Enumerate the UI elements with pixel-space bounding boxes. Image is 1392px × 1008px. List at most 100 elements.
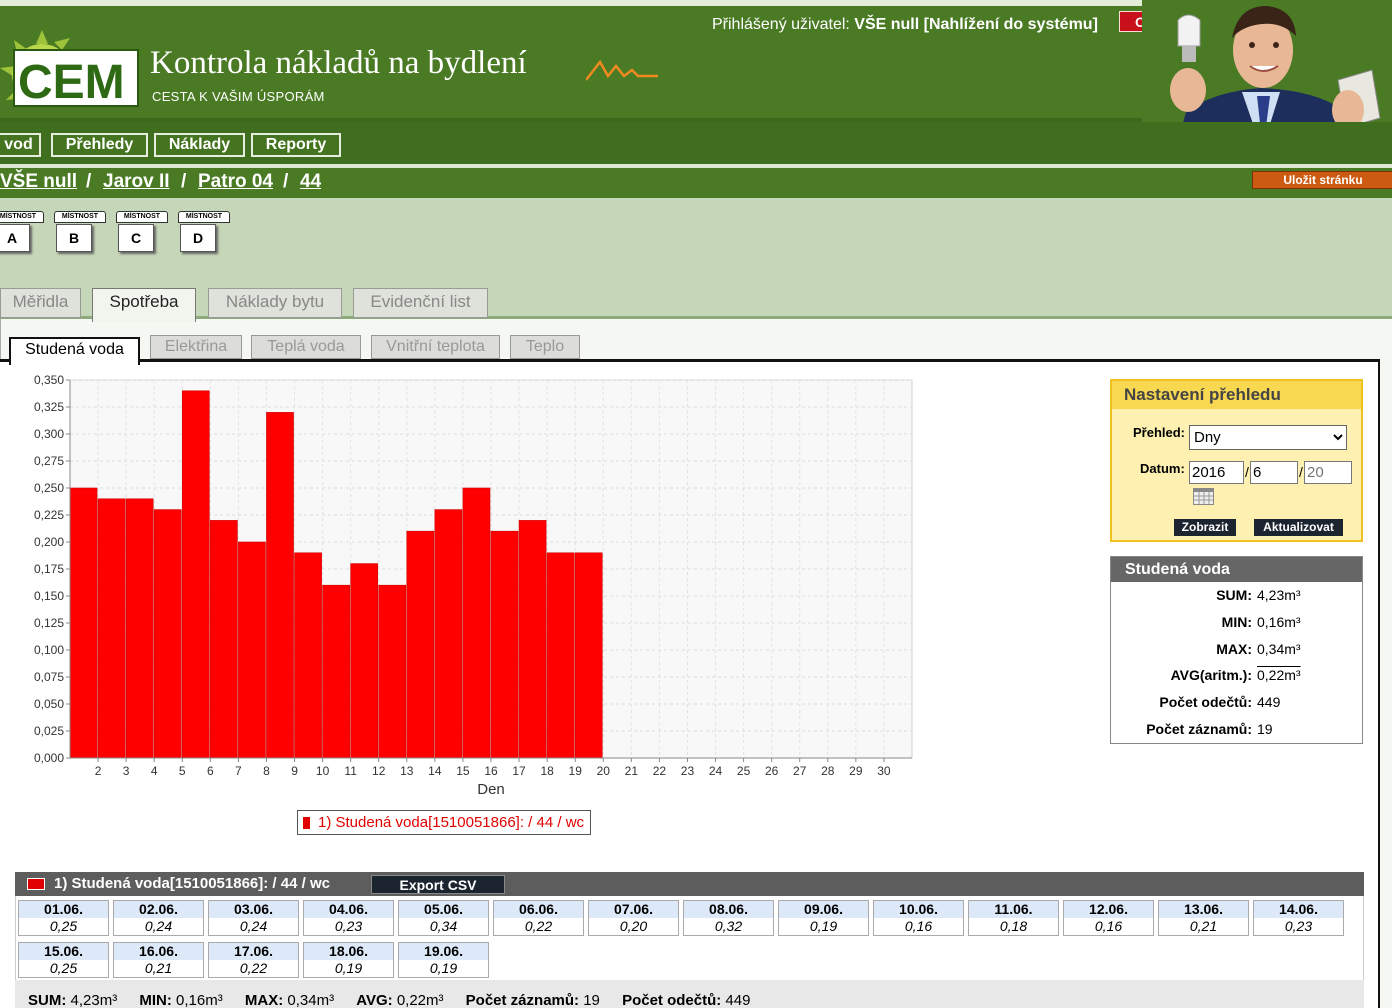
legend-swatch <box>303 817 310 829</box>
room-b[interactable]: MÍSTNOST B <box>54 211 106 257</box>
x-tick-label: 8 <box>263 764 270 778</box>
year-input[interactable] <box>1189 461 1244 484</box>
stat-readings: Počet odečtů: 449 <box>1111 694 1364 716</box>
save-page-button[interactable]: Uložit stránku <box>1252 171 1392 189</box>
y-tick-label: 0,000 <box>34 751 64 765</box>
breadcrumb-item-floor[interactable]: Patro 04 <box>198 171 273 193</box>
day-date: 04.06. <box>304 901 393 918</box>
breadcrumb-item-user[interactable]: VŠE null <box>0 171 77 193</box>
menu-item-reporty[interactable]: Reporty <box>251 133 341 157</box>
day-value-cell: 10.06. 0,16 <box>873 900 964 936</box>
tab-meridla[interactable]: Měřidla <box>0 288 81 318</box>
tab-naklady-bytu[interactable]: Náklady bytu <box>208 288 342 318</box>
calendar-icon[interactable] <box>1193 488 1214 505</box>
summary-min-value: 0,16m³ <box>176 992 223 1008</box>
refresh-button[interactable]: Aktualizovat <box>1254 519 1343 536</box>
overview-select[interactable]: Dny <box>1189 425 1347 450</box>
export-csv-button[interactable]: Export CSV <box>371 875 505 894</box>
day-value: 0,24 <box>144 918 173 934</box>
stat-value: 0,22m³ <box>1257 667 1301 683</box>
summary-sum-label: SUM: <box>28 992 67 1008</box>
room-d[interactable]: MÍSTNOST D <box>178 211 230 257</box>
stat-key: Počet odečtů: <box>1159 694 1252 710</box>
menu-item-naklady[interactable]: Náklady <box>154 133 245 157</box>
stat-value: 0,16m³ <box>1257 614 1301 630</box>
room-c[interactable]: MÍSTNOST C <box>116 211 168 257</box>
bar <box>210 520 238 759</box>
y-tick-label: 0,175 <box>34 562 64 576</box>
breadcrumb-item-flat[interactable]: 44 <box>300 171 321 193</box>
breadcrumb-separator: / <box>86 171 92 192</box>
day-input[interactable] <box>1304 461 1352 484</box>
x-tick-label: 3 <box>123 764 130 778</box>
day-value: 0,25 <box>49 918 78 934</box>
x-tick-label: 30 <box>877 764 891 778</box>
bar <box>97 498 126 759</box>
settings-title: Nastavení přehledu <box>1112 381 1361 409</box>
bar <box>350 563 379 759</box>
day-date: 18.06. <box>304 943 393 960</box>
room-letter: C <box>118 224 154 252</box>
app-subtitle: CESTA K VAŠIM ÚSPORÁM <box>152 89 325 104</box>
y-tick-label: 0,025 <box>34 724 64 738</box>
room-a[interactable]: MÍSTNOST A <box>0 211 44 257</box>
day-value-cell: 05.06. 0,34 <box>398 900 489 936</box>
user-name: VŠE null [Nahlížení do systému] <box>854 16 1098 33</box>
y-tick-label: 0,100 <box>34 643 64 657</box>
day-value: 0,19 <box>429 960 458 976</box>
room-tab-label: MÍSTNOST <box>0 211 44 223</box>
bar <box>546 552 575 759</box>
legend-label: 1) Studená voda[1510051866]: / 44 / wc <box>318 814 585 831</box>
day-value: 0,19 <box>809 918 838 934</box>
tab-tepla-voda[interactable]: Teplá voda <box>251 335 361 359</box>
bar <box>153 509 182 759</box>
day-value: 0,34 <box>429 918 458 934</box>
tab-spotreba[interactable]: Spotřeba <box>92 288 196 322</box>
room-letter: D <box>180 224 216 252</box>
tab-vnitrni-teplota[interactable]: Vnitřní teplota <box>371 335 500 359</box>
tab-elektrina[interactable]: Elektřina <box>150 335 242 359</box>
tab-evidencni-list[interactable]: Evidenční list <box>353 288 488 318</box>
menu-item-uvod[interactable]: vod <box>0 133 41 157</box>
x-tick-label: 25 <box>737 764 751 778</box>
day-date: 12.06. <box>1064 901 1153 918</box>
day-date: 06.06. <box>494 901 583 918</box>
show-button[interactable]: Zobrazit <box>1174 519 1236 536</box>
x-tick-label: 27 <box>793 764 807 778</box>
summary-sum-value: 4,23m³ <box>70 992 118 1008</box>
x-tick-label: 14 <box>428 764 442 778</box>
summary-readings-value: 449 <box>725 992 751 1008</box>
breadcrumb-item-building[interactable]: Jarov II <box>103 171 170 193</box>
bar <box>518 520 547 759</box>
stat-value: 19 <box>1257 721 1273 737</box>
x-tick-label: 28 <box>821 764 835 778</box>
app-title: Kontrola nákladů na bydlení <box>150 45 527 81</box>
room-tab-label: MÍSTNOST <box>116 211 168 223</box>
x-tick-label: 18 <box>540 764 554 778</box>
x-tick-label: 24 <box>709 764 723 778</box>
y-tick-label: 0,325 <box>34 400 64 414</box>
menu-item-prehledy[interactable]: Přehledy <box>51 133 148 157</box>
stat-value: 4,23m³ <box>1257 587 1301 603</box>
room-letter: B <box>56 224 92 252</box>
day-value: 0,23 <box>1284 918 1313 934</box>
room-tab-label: MÍSTNOST <box>54 211 106 223</box>
day-value-cell: 04.06. 0,23 <box>303 900 394 936</box>
bar <box>294 552 322 759</box>
heartbeat-icon <box>586 59 658 81</box>
x-tick-label: 11 <box>344 764 357 778</box>
stat-value: 0,34m³ <box>1257 641 1301 657</box>
summary-max-label: MAX: <box>244 992 284 1008</box>
tab-teplo[interactable]: Teplo <box>510 335 580 359</box>
stat-key: MAX: <box>1216 641 1252 657</box>
stats-title: Studená voda <box>1111 557 1362 582</box>
y-tick-label: 0,150 <box>34 589 64 603</box>
month-input[interactable] <box>1250 461 1298 484</box>
day-value: 0,21 <box>144 960 173 976</box>
bar <box>490 530 519 759</box>
day-value: 0,25 <box>49 960 78 976</box>
x-tick-label: 26 <box>765 764 779 778</box>
room-letter: A <box>0 224 30 252</box>
tab-studena-voda[interactable]: Studená voda <box>9 337 140 365</box>
summary-avg-value: 0,22m³ <box>396 992 444 1008</box>
